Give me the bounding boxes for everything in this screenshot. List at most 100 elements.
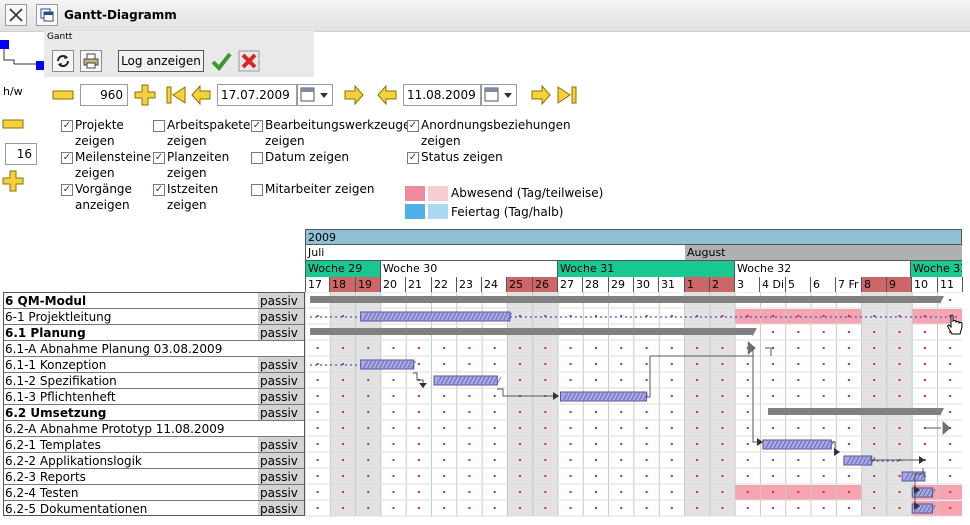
day-header: 27 [558, 277, 583, 292]
print-button[interactable] [80, 50, 102, 72]
width-increase-button[interactable] [134, 84, 156, 106]
day-dot [696, 427, 699, 429]
task-status: passiv [258, 388, 305, 404]
day-dot [392, 411, 395, 413]
option-label-1: Meilensteine zeigen [75, 150, 152, 180]
day-dot [594, 443, 597, 445]
day-dot [797, 475, 800, 477]
start-date-picker[interactable] [297, 84, 333, 106]
task-name[interactable]: 6.1-3 Pflichtenheft [3, 388, 258, 404]
prev-start-button[interactable] [190, 84, 212, 106]
task-name[interactable]: 6.2-5 Dokumentationen [3, 500, 258, 516]
next-end-button[interactable] [530, 84, 552, 106]
hand-cursor-icon [947, 314, 963, 335]
option-checkbox-0[interactable]: ✓ [61, 120, 73, 132]
day-dot [417, 347, 420, 349]
next-start-button[interactable] [343, 84, 365, 106]
day-dot [847, 443, 850, 445]
option-checkbox-2[interactable]: ✓ [61, 184, 73, 196]
day-dot [341, 443, 344, 445]
option-checkbox-5[interactable]: ✓ [153, 184, 165, 196]
end-date-picker[interactable] [481, 84, 517, 106]
option-checkbox-6[interactable]: ✓ [251, 120, 263, 132]
option-checkbox-10[interactable]: ✓ [407, 152, 419, 164]
day-dot [696, 411, 699, 413]
day-dot [873, 331, 876, 333]
day-dot [367, 459, 370, 461]
day-dot [898, 347, 901, 349]
day-dot [721, 395, 724, 397]
day-dot [645, 475, 648, 477]
day-dot [898, 363, 901, 365]
day-dot [696, 395, 699, 397]
close-button[interactable] [5, 4, 27, 26]
day-dot [544, 363, 547, 365]
day-dot [873, 347, 876, 349]
task-name[interactable]: 6.2-3 Reports [3, 468, 258, 484]
task-name[interactable]: 6.2-1 Templates [3, 436, 258, 452]
day-dot [493, 411, 496, 413]
task-name[interactable]: 6.2 Umsetzung [3, 404, 258, 420]
option-checkbox-8[interactable] [251, 184, 263, 196]
task-name[interactable]: 6.2-2 Applikationslogik [3, 452, 258, 468]
height-increase-button[interactable] [2, 170, 24, 192]
day-dot [569, 379, 572, 381]
width-decrease-button[interactable] [52, 84, 74, 106]
day-dot [392, 427, 395, 429]
task-name[interactable]: 6.2-4 Testen [3, 484, 258, 500]
option-checkbox-4[interactable]: ✓ [153, 152, 165, 164]
day-dot [746, 475, 749, 477]
log-button[interactable]: Log anzeigen [118, 50, 204, 72]
width-input[interactable]: 960 [80, 84, 128, 106]
height-decrease-button[interactable] [2, 113, 24, 135]
cancel-button[interactable] [238, 50, 260, 72]
option-checkbox-7[interactable] [251, 152, 263, 164]
option-checkbox-3[interactable] [153, 120, 165, 132]
day-dot [721, 443, 724, 445]
task-name[interactable]: 6.1-1 Konzeption [3, 356, 258, 372]
day-dot [721, 411, 724, 413]
task-name[interactable]: 6.1 Planung [3, 324, 258, 340]
task-name[interactable]: 6.2-A Abnahme Prototyp 11.08.2009 [3, 420, 258, 436]
option-checkbox-9[interactable]: ✓ [407, 120, 419, 132]
first-button[interactable] [165, 84, 187, 106]
day-dot [367, 379, 370, 381]
plus-icon [2, 170, 24, 192]
day-dot [468, 363, 471, 365]
day-dot [544, 427, 547, 429]
confirm-button[interactable] [210, 50, 232, 72]
task-name[interactable]: 6.1-2 Spezifikation [3, 372, 258, 388]
day-dot [519, 347, 522, 349]
week-header-30: Woche 30 [381, 261, 558, 277]
legend-absent-part-swatch [428, 186, 448, 201]
day-dot [569, 427, 572, 429]
last-button[interactable] [556, 84, 578, 106]
legend-holiday-label: Feiertag (Tag/halb) [451, 205, 564, 219]
day-dot [847, 475, 850, 477]
day-dot [341, 395, 344, 397]
task-name[interactable]: 6 QM-Modul [3, 292, 258, 308]
end-date-input[interactable]: 11.08.2009 [403, 84, 481, 106]
day-header: 21 [406, 277, 432, 292]
window-icon-button[interactable] [36, 4, 58, 26]
day-dot [392, 443, 395, 445]
day-dot [468, 411, 471, 413]
day-dot [341, 459, 344, 461]
task-name[interactable]: 6.1-A Abnahme Planung 03.08.2009 [3, 340, 258, 356]
prev-end-button[interactable] [376, 84, 398, 106]
task-name[interactable]: 6-1 Projektleitung [3, 308, 258, 324]
gantt-logo-icon [0, 40, 45, 70]
day-dot [443, 475, 446, 477]
day-dot [847, 491, 850, 493]
day-dot [696, 379, 699, 381]
day-dot [898, 507, 901, 509]
arrow-left-icon [191, 84, 211, 106]
legend-absent-full-swatch [405, 186, 425, 201]
day-dot [772, 459, 775, 461]
refresh-button[interactable] [52, 50, 74, 72]
day-dot [772, 331, 775, 333]
option-checkbox-1[interactable]: ✓ [61, 152, 73, 164]
day-dot [316, 491, 319, 493]
start-date-input[interactable]: 17.07.2009 [217, 84, 297, 106]
height-input[interactable]: 16 [5, 143, 37, 165]
